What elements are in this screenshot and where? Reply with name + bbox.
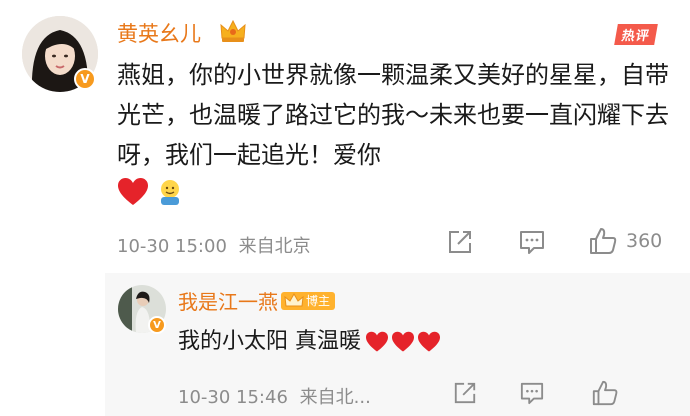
comment-icon [520, 231, 544, 254]
reply-timestamp: 10-30 15:46 [178, 387, 288, 408]
hot-comment-badge: 热评 [614, 24, 658, 45]
blogger-badge: 博主 [281, 291, 336, 310]
reply-hearts [365, 331, 441, 353]
crown-icon [284, 292, 304, 306]
reply-like-button[interactable] [590, 378, 620, 408]
reply-share-button[interactable] [452, 380, 478, 406]
red-heart-icon [418, 331, 440, 352]
comment-text: 燕姐，你的小世界就像一颗温柔又美好的星星，自带光芒，也温暖了路过它的我～未来也要… [117, 55, 677, 175]
reply-text: 我的小太阳 真温暖 [178, 326, 441, 358]
verified-badge: V [74, 68, 96, 90]
crown-icon [219, 18, 247, 48]
red-heart-icon [392, 331, 414, 352]
reply-location: 来自北... [299, 387, 371, 408]
reply-author-name[interactable]: 我是江一燕 [178, 286, 278, 315]
commenter-name[interactable]: 黄英幺儿 [117, 18, 201, 48]
comment-meta: 10-30 15:00 来自北京 [117, 232, 311, 258]
red-heart-icon [366, 331, 388, 352]
blogger-badge-label: 博主 [306, 294, 331, 308]
comment-location: 来自北京 [238, 236, 311, 257]
share-icon [449, 231, 471, 253]
comment-timestamp: 10-30 15:00 [117, 236, 227, 257]
share-button[interactable] [446, 228, 474, 256]
reply-header: 我是江一燕 博主 [178, 286, 336, 315]
like-count: 360 [626, 230, 663, 252]
like-button[interactable]: 360 [588, 226, 662, 256]
verified-badge: V [148, 316, 166, 334]
share-icon [454, 382, 476, 404]
thumbs-up-icon [592, 380, 618, 406]
reply-meta: 10-30 15:46 来自北... [178, 383, 371, 409]
thumbs-up-icon [590, 228, 617, 254]
comment-button[interactable] [517, 228, 547, 256]
red-heart-icon [118, 178, 148, 205]
comment-icon [520, 382, 544, 405]
comment-text-content: 燕姐，你的小世界就像一颗温柔又美好的星星，自带光芒，也温暖了路过它的我～未来也要… [117, 61, 669, 169]
reply-text-content: 我的小太阳 真温暖 [178, 329, 361, 354]
comment-emojis [117, 177, 185, 207]
reply-comment-button[interactable] [518, 380, 546, 406]
hug-emoji-icon [161, 180, 179, 205]
